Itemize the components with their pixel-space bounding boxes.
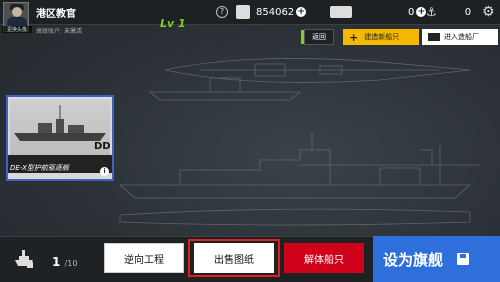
account-status-value: 未激活 (63, 28, 82, 35)
build-ship-label: 建造新船只 (364, 33, 400, 41)
ship-count-total: /10 (64, 259, 78, 268)
resource-value: 0 (408, 6, 415, 18)
ship-count: 1 /10 (52, 255, 77, 269)
ship-card[interactable]: DD DE-X型护航驱逐舰 i (6, 95, 114, 181)
shipyard-icon (428, 33, 440, 41)
build-ship-button[interactable]: + 建造新船只 (343, 29, 419, 45)
reverse-engineer-button[interactable]: 逆向工程 (104, 243, 184, 273)
blueprint-icon (236, 5, 250, 19)
resource-value: 0 (464, 6, 472, 18)
resource-value: 854062 (256, 6, 295, 18)
avatar-caption[interactable]: 更换头像 (2, 26, 32, 33)
resource-ships: 0 + (330, 4, 427, 20)
account-label: 高级账户: (36, 28, 63, 35)
add-blueprints-button[interactable]: + (296, 7, 307, 17)
save-icon (457, 253, 470, 265)
fleet-icon (15, 250, 33, 268)
scrap-ship-button[interactable]: 解体船只 (284, 243, 364, 273)
set-flagship-button[interactable]: 设为旗舰 (373, 236, 500, 282)
add-ships-button[interactable]: + (416, 7, 427, 17)
hull-type-label: DD (94, 141, 111, 152)
back-label: 返回 (312, 33, 326, 41)
help-button[interactable]: ? (216, 6, 228, 18)
resource-anchor: ⚓ 0 (426, 4, 471, 20)
sell-blueprint-button[interactable]: 出售图纸 (194, 243, 274, 273)
enter-shipyard-button[interactable]: 进入造船厂 (422, 29, 498, 45)
plus-icon: + (349, 30, 359, 44)
ship-count-value: 1 (52, 255, 61, 269)
ships-icon (330, 6, 352, 18)
page-title: 港区教官 (36, 9, 76, 20)
set-flagship-label: 设为旗舰 (383, 250, 444, 269)
info-icon[interactable]: i (100, 167, 109, 176)
back-button[interactable]: 返回 (301, 29, 334, 45)
gear-icon[interactable]: ⚙ (482, 4, 495, 20)
level-indicator: Lv 1 (160, 17, 186, 30)
anchor-icon: ⚓ (426, 5, 437, 19)
resource-blueprints: 854062 + (236, 4, 307, 20)
enter-shipyard-label: 进入造船厂 (444, 33, 479, 41)
ship-name: DE-X型护航驱逐舰 (10, 164, 69, 172)
account-status: 高级账户: 未激活 (36, 26, 82, 35)
